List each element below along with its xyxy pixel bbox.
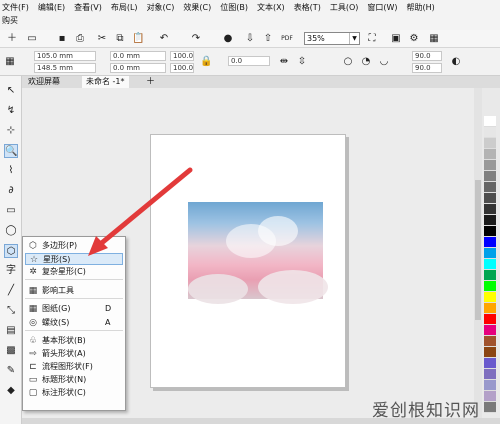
status-bar xyxy=(22,418,500,424)
red-arrow-annotation xyxy=(88,167,193,256)
